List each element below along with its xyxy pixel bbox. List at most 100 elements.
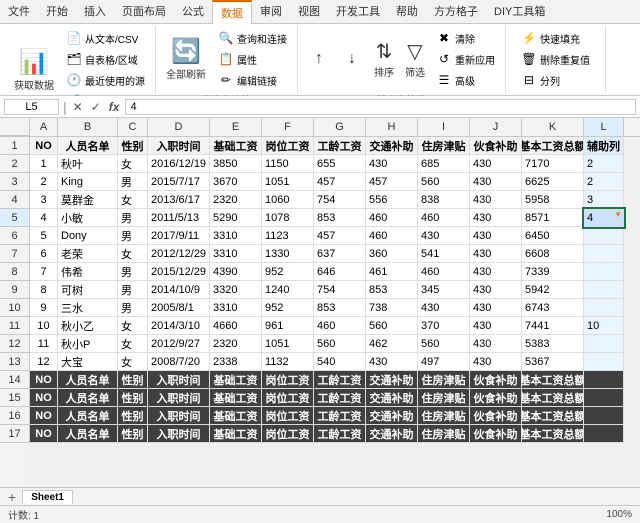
- sort-asc-button[interactable]: ↑: [304, 45, 334, 73]
- col-header-i[interactable]: I: [418, 118, 470, 136]
- cell-I2[interactable]: 685: [418, 155, 470, 173]
- cell-D15[interactable]: 入职时间: [148, 389, 210, 407]
- cell-F5[interactable]: 1078: [262, 209, 314, 227]
- cell-D1[interactable]: 入职时间: [148, 137, 210, 155]
- cell-H15[interactable]: 交通补助: [366, 389, 418, 407]
- tab-ffgz[interactable]: 方方格子: [426, 0, 486, 23]
- sort-button[interactable]: ⇅ 排序: [370, 37, 398, 81]
- cell-L12[interactable]: [584, 335, 624, 353]
- cell-G8[interactable]: 646: [314, 263, 366, 281]
- row-header-5[interactable]: 5: [0, 209, 30, 227]
- cell-C13[interactable]: 女: [118, 353, 148, 371]
- cell-A7[interactable]: 6: [30, 245, 58, 263]
- cell-B5[interactable]: 小敏: [58, 209, 118, 227]
- cell-I16[interactable]: 住房津贴: [418, 407, 470, 425]
- cell-E13[interactable]: 2338: [210, 353, 262, 371]
- cell-D13[interactable]: 2008/7/20: [148, 353, 210, 371]
- row-header-13[interactable]: 13: [0, 353, 30, 371]
- cell-G2[interactable]: 655: [314, 155, 366, 173]
- cell-I11[interactable]: 370: [418, 317, 470, 335]
- cell-G17[interactable]: 工龄工资: [314, 425, 366, 443]
- cell-I1[interactable]: 住房津贴: [418, 137, 470, 155]
- cell-K17[interactable]: 基本工资总额: [522, 425, 584, 443]
- cell-L14[interactable]: [584, 371, 624, 389]
- col-header-b[interactable]: B: [58, 118, 118, 136]
- cell-H11[interactable]: 560: [366, 317, 418, 335]
- col-header-c[interactable]: C: [118, 118, 148, 136]
- cell-K8[interactable]: 7339: [522, 263, 584, 281]
- cell-I9[interactable]: 345: [418, 281, 470, 299]
- cancel-icon[interactable]: ✕: [71, 100, 85, 114]
- cell-H4[interactable]: 556: [366, 191, 418, 209]
- cell-I5[interactable]: 460: [418, 209, 470, 227]
- cell-G11[interactable]: 460: [314, 317, 366, 335]
- cell-K15[interactable]: 基本工资总额: [522, 389, 584, 407]
- split-column-button[interactable]: ⊟ 分列: [517, 70, 594, 90]
- cell-L5[interactable]: ▼4: [584, 209, 624, 227]
- col-header-d[interactable]: D: [148, 118, 210, 136]
- row-header-3[interactable]: 3: [0, 173, 30, 191]
- cell-C7[interactable]: 女: [118, 245, 148, 263]
- cell-A14[interactable]: NO: [30, 371, 58, 389]
- cell-A5[interactable]: 4: [30, 209, 58, 227]
- edit-links-button[interactable]: ✏ 编辑链接: [214, 70, 291, 90]
- cell-A13[interactable]: 12: [30, 353, 58, 371]
- row-header-17[interactable]: 17: [0, 425, 30, 443]
- cell-F16[interactable]: 岗位工资: [262, 407, 314, 425]
- cell-B14[interactable]: 人员名单: [58, 371, 118, 389]
- cell-K2[interactable]: 7170: [522, 155, 584, 173]
- cell-I6[interactable]: 430: [418, 227, 470, 245]
- row-header-8[interactable]: 8: [0, 263, 30, 281]
- cell-G3[interactable]: 457: [314, 173, 366, 191]
- tab-devtools[interactable]: 开发工具: [328, 0, 388, 23]
- cell-D16[interactable]: 入职时间: [148, 407, 210, 425]
- from-table-button[interactable]: 🗂 自表格/区域: [62, 49, 149, 69]
- tab-formula[interactable]: 公式: [174, 0, 212, 23]
- cell-H8[interactable]: 461: [366, 263, 418, 281]
- cell-K11[interactable]: 7441: [522, 317, 584, 335]
- tab-pagelayout[interactable]: 页面布局: [114, 0, 174, 23]
- row-header-10[interactable]: 10: [0, 299, 30, 317]
- cell-L15[interactable]: [584, 389, 624, 407]
- cell-B3[interactable]: King: [58, 173, 118, 191]
- cell-J15[interactable]: 伙食补助: [470, 389, 522, 407]
- cell-G1[interactable]: 工龄工资: [314, 137, 366, 155]
- cell-C4[interactable]: 女: [118, 191, 148, 209]
- sheet-tab-1[interactable]: Sheet1: [22, 490, 73, 504]
- sort-desc-button[interactable]: ↓: [337, 45, 367, 73]
- formula-input[interactable]: [125, 99, 636, 115]
- cell-C14[interactable]: 性别: [118, 371, 148, 389]
- cell-B7[interactable]: 老荣: [58, 245, 118, 263]
- cell-L16[interactable]: [584, 407, 624, 425]
- cell-A4[interactable]: 3: [30, 191, 58, 209]
- row-header-11[interactable]: 11: [0, 317, 30, 335]
- cell-D2[interactable]: 2016/12/19: [148, 155, 210, 173]
- tab-data[interactable]: 数据: [212, 0, 252, 24]
- row-header-12[interactable]: 12: [0, 335, 30, 353]
- cell-J5[interactable]: 430: [470, 209, 522, 227]
- cell-E16[interactable]: 基础工资: [210, 407, 262, 425]
- cell-G4[interactable]: 754: [314, 191, 366, 209]
- cell-D4[interactable]: 2013/6/17: [148, 191, 210, 209]
- cell-C12[interactable]: 女: [118, 335, 148, 353]
- cell-D5[interactable]: 2011/5/13: [148, 209, 210, 227]
- cell-G5[interactable]: 853: [314, 209, 366, 227]
- cell-J14[interactable]: 伙食补助: [470, 371, 522, 389]
- cell-F8[interactable]: 952: [262, 263, 314, 281]
- tab-help[interactable]: 帮助: [388, 0, 426, 23]
- cell-H5[interactable]: 460: [366, 209, 418, 227]
- cell-G6[interactable]: 457: [314, 227, 366, 245]
- properties-button[interactable]: 📋 属性: [214, 49, 291, 69]
- cell-I8[interactable]: 460: [418, 263, 470, 281]
- cell-J4[interactable]: 430: [470, 191, 522, 209]
- cell-E10[interactable]: 3310: [210, 299, 262, 317]
- cell-L1[interactable]: 辅助列: [584, 137, 624, 155]
- remove-duplicates-button[interactable]: 🗑 删除重复值: [517, 49, 594, 69]
- tab-insert[interactable]: 插入: [76, 0, 114, 23]
- cell-I17[interactable]: 住房津贴: [418, 425, 470, 443]
- cell-J16[interactable]: 伙食补助: [470, 407, 522, 425]
- cell-I15[interactable]: 住房津贴: [418, 389, 470, 407]
- cell-K10[interactable]: 6743: [522, 299, 584, 317]
- cell-H3[interactable]: 457: [366, 173, 418, 191]
- cell-A3[interactable]: 2: [30, 173, 58, 191]
